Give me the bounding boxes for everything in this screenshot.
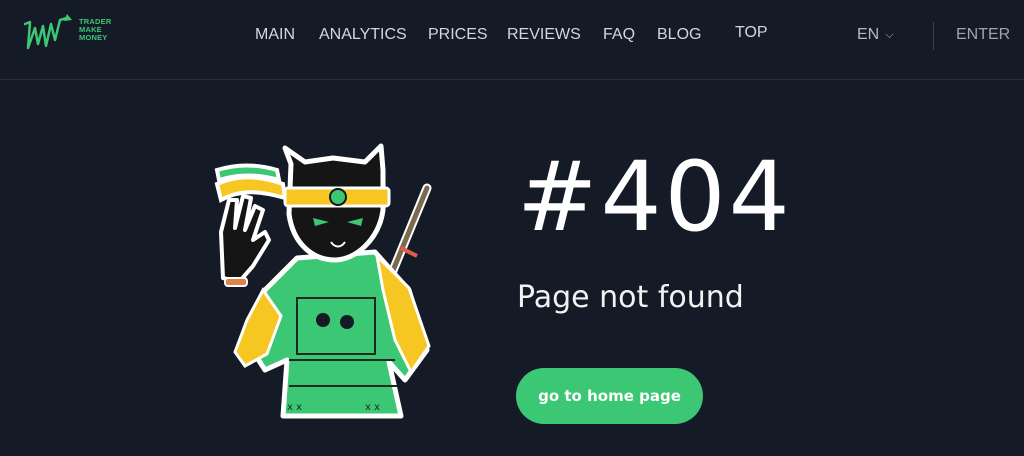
nav-item-prices[interactable]: PRICES <box>428 26 488 44</box>
logo-line: MONEY <box>79 33 108 42</box>
chevron-down-icon: ⌵ <box>885 29 894 41</box>
svg-text:x x: x x <box>365 402 380 413</box>
error-code: #404 <box>517 141 793 253</box>
site-header: TRADER MAKE MONEY MAIN ANALYTICS PRICES … <box>0 0 1024 80</box>
nav-item-reviews[interactable]: REVIEWS <box>507 26 581 44</box>
go-home-button[interactable]: go to home page <box>516 368 703 424</box>
svg-text:x x: x x <box>287 402 302 413</box>
enter-link[interactable]: ENTER <box>956 26 1010 44</box>
samurai-cat-illustration: x x x x <box>214 143 432 419</box>
nav-item-main[interactable]: MAIN <box>255 26 295 44</box>
header-divider <box>933 22 934 50</box>
logo[interactable]: TRADER MAKE MONEY <box>22 14 142 58</box>
tmm-chart-logo-icon <box>23 14 72 50</box>
language-selector[interactable]: EN ⌵ <box>857 26 894 44</box>
nav-item-top[interactable]: TOP <box>735 24 768 42</box>
language-label: EN <box>857 26 880 43</box>
logo-wordmark: TRADER MAKE MONEY <box>79 18 111 42</box>
nav-item-blog[interactable]: BLOG <box>657 26 701 44</box>
nav-item-faq[interactable]: FAQ <box>603 26 635 44</box>
nav-item-analytics[interactable]: ANALYTICS <box>319 26 407 44</box>
error-message: Page not found <box>517 280 744 315</box>
